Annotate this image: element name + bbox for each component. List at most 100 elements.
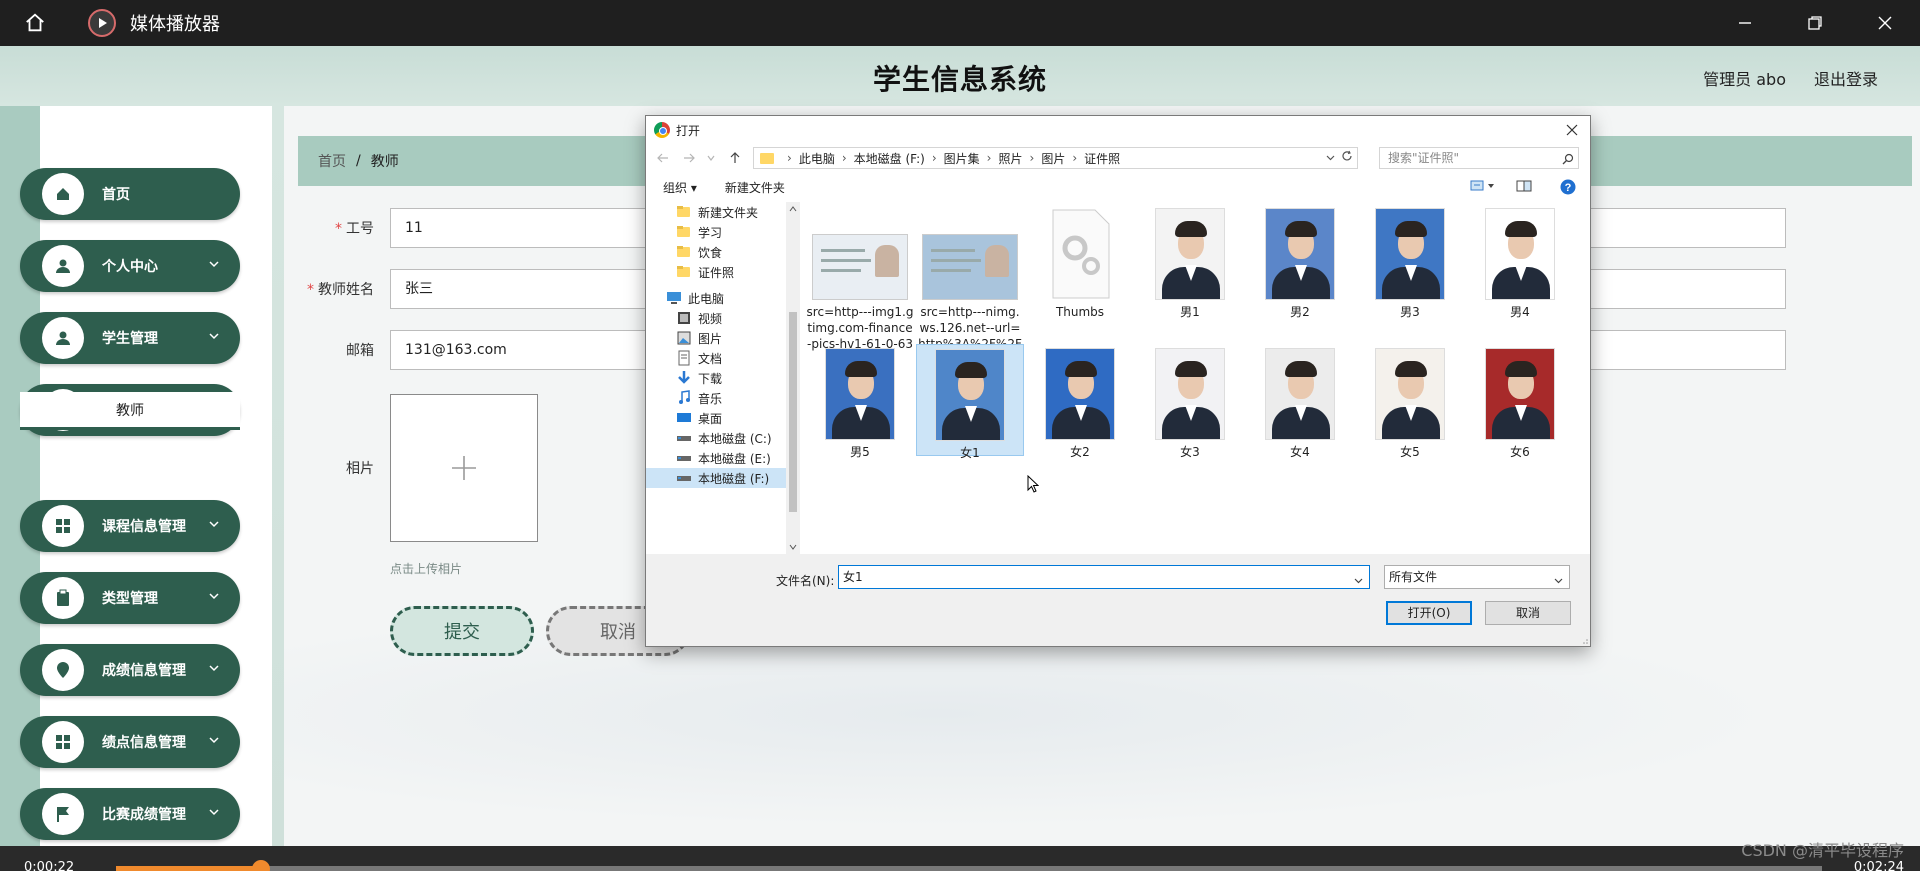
- open-button[interactable]: 打开(O): [1386, 601, 1472, 625]
- plus-icon: [452, 456, 476, 480]
- progress-bar[interactable]: [116, 860, 1822, 871]
- file-item[interactable]: 男4: [1466, 204, 1574, 340]
- close-window-button[interactable]: [1850, 0, 1920, 46]
- sidebar-subitem-teacher[interactable]: 教师: [20, 392, 240, 430]
- up-button[interactable]: [726, 149, 744, 167]
- nav-item[interactable]: 图片: [646, 328, 786, 348]
- search-input[interactable]: 搜索"证件照": [1379, 147, 1579, 169]
- file-item[interactable]: 女2: [1026, 344, 1134, 459]
- nav-item[interactable]: 本地磁盘 (C:): [646, 428, 786, 448]
- file-item[interactable]: 女3: [1136, 344, 1244, 459]
- file-item[interactable]: src=http---img1.gtimg.com-finance-pics-h…: [806, 204, 914, 367]
- nav-item[interactable]: 视频: [646, 308, 786, 328]
- chevron-right-icon[interactable]: ›: [987, 151, 992, 165]
- nav-item[interactable]: 本地磁盘 (E:): [646, 448, 786, 468]
- photo-thumbnail: [1375, 208, 1445, 300]
- sidebar-item-1[interactable]: 个人中心: [20, 240, 240, 292]
- nav-item-label: 学习: [698, 225, 723, 240]
- address-segment[interactable]: 证件照: [1084, 150, 1120, 167]
- file-item[interactable]: 女1: [916, 344, 1024, 460]
- breadcrumb-home[interactable]: 首页: [318, 151, 346, 171]
- navigation-scrollbar[interactable]: [786, 202, 800, 554]
- file-item[interactable]: 女5: [1356, 344, 1464, 459]
- photo-upload-box[interactable]: [390, 394, 538, 542]
- sidebar-item-8[interactable]: 比赛成绩管理: [20, 788, 240, 840]
- address-segment[interactable]: 本地磁盘 (F:): [854, 150, 925, 167]
- nav-item[interactable]: 音乐: [646, 388, 786, 408]
- file-item[interactable]: 男1: [1136, 204, 1244, 340]
- media-player-logo-icon: [88, 9, 116, 37]
- minimize-button[interactable]: [1710, 0, 1780, 46]
- nav-item[interactable]: 新建文件夹: [646, 202, 786, 222]
- filename-input[interactable]: 女1: [838, 565, 1370, 589]
- sidebar-item-5[interactable]: 类型管理: [20, 572, 240, 624]
- home-icon: [42, 173, 84, 215]
- chevron-right-icon[interactable]: ›: [932, 151, 937, 165]
- sidebar-item-4[interactable]: 课程信息管理: [20, 500, 240, 552]
- address-dropdown-icon[interactable]: [1326, 151, 1335, 165]
- nav-item[interactable]: 桌面: [646, 408, 786, 428]
- address-segment[interactable]: 照片: [998, 150, 1022, 167]
- elapsed-time: 0:00:22: [24, 860, 75, 871]
- dialog-title: 打开: [676, 123, 701, 138]
- address-segment[interactable]: 此电脑: [799, 150, 835, 167]
- arrow-left-icon: [657, 153, 668, 163]
- address-segment[interactable]: 图片: [1041, 150, 1065, 167]
- scrollbar-thumb[interactable]: [789, 312, 797, 512]
- breadcrumb-current: 教师: [370, 154, 399, 170]
- new-folder-button[interactable]: 新建文件夹: [725, 179, 785, 196]
- dialog-cancel-button[interactable]: 取消: [1485, 601, 1571, 625]
- file-name: 男5: [850, 445, 870, 459]
- file-name: 男1: [1180, 305, 1200, 319]
- forward-button[interactable]: [680, 149, 698, 167]
- refresh-icon[interactable]: [1341, 150, 1353, 165]
- file-item[interactable]: 女4: [1246, 344, 1354, 459]
- sidebar-item-label: 成绩信息管理: [102, 663, 186, 679]
- file-item[interactable]: src=http---nimg.ws.126.net--url=http%3A%…: [916, 204, 1024, 367]
- back-button[interactable]: [654, 149, 672, 167]
- nav-item[interactable]: 下载: [646, 368, 786, 388]
- recent-dropdown[interactable]: [702, 149, 720, 167]
- file-item[interactable]: 女6: [1466, 344, 1574, 459]
- file-item[interactable]: Thumbs: [1026, 204, 1134, 340]
- sidebar-item-7[interactable]: 绩点信息管理: [20, 716, 240, 768]
- view-options-icon[interactable]: [1470, 180, 1496, 195]
- grid-icon: [42, 505, 84, 547]
- restore-button[interactable]: [1780, 0, 1850, 46]
- address-bar[interactable]: › 此电脑 › 本地磁盘 (F:) › 图片集 › 照片 › 图片 › 证件照: [753, 147, 1358, 169]
- preview-pane-icon[interactable]: [1516, 180, 1532, 195]
- dialog-close-button[interactable]: [1560, 118, 1584, 142]
- nav-item[interactable]: 饮食: [646, 242, 786, 262]
- photo-thumbnail: [1485, 208, 1555, 300]
- logout-link[interactable]: 退出登录: [1814, 66, 1878, 90]
- nav-item[interactable]: 此电脑: [646, 288, 786, 308]
- nav-item[interactable]: 文档: [646, 348, 786, 368]
- nav-item[interactable]: 本地磁盘 (F:): [646, 468, 786, 488]
- sidebar-item-0[interactable]: 首页: [20, 168, 240, 220]
- home-button[interactable]: [0, 0, 70, 46]
- submit-button[interactable]: 提交: [390, 606, 534, 656]
- chevron-right-icon[interactable]: ›: [1072, 151, 1077, 165]
- organize-menu[interactable]: 组织 ▾: [663, 179, 697, 196]
- clipboard-icon: [42, 577, 84, 619]
- file-name: 女5: [1400, 445, 1420, 459]
- nav-item[interactable]: 证件照: [646, 262, 786, 282]
- music-icon: [679, 390, 690, 404]
- current-user: 管理员 abo: [1703, 70, 1786, 89]
- chevron-right-icon[interactable]: ›: [787, 151, 792, 165]
- sidebar-item-2[interactable]: 学生管理: [20, 312, 240, 364]
- help-icon[interactable]: ?: [1560, 179, 1576, 198]
- nav-item-label: 桌面: [698, 411, 723, 426]
- file-item[interactable]: 男2: [1246, 204, 1354, 340]
- file-item[interactable]: 男3: [1356, 204, 1464, 340]
- sidebar-item-6[interactable]: 成绩信息管理: [20, 644, 240, 696]
- progress-knob[interactable]: [252, 860, 270, 871]
- address-segment[interactable]: 图片集: [944, 150, 980, 167]
- nav-item[interactable]: 学习: [646, 222, 786, 242]
- resize-grip-icon[interactable]: [1580, 636, 1588, 644]
- file-item[interactable]: 男5: [806, 344, 914, 459]
- filetype-select[interactable]: 所有文件: [1384, 565, 1570, 589]
- chevron-right-icon[interactable]: ›: [842, 151, 847, 165]
- chevron-down-icon[interactable]: [1354, 570, 1363, 592]
- chevron-right-icon[interactable]: ›: [1030, 151, 1035, 165]
